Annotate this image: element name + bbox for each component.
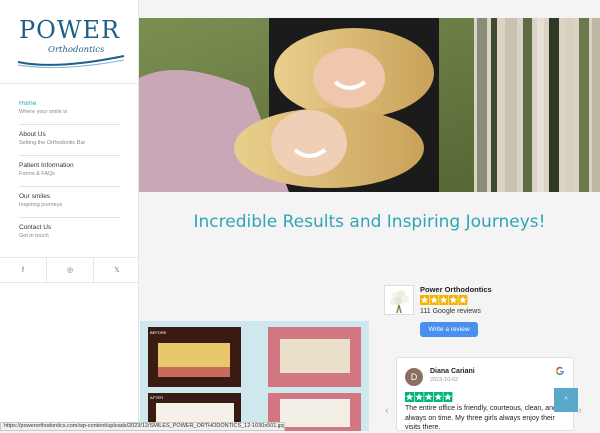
sidebar-item-our-smiles[interactable]: Our smiles Inspiring journeys bbox=[19, 192, 120, 223]
flowers-icon bbox=[390, 290, 409, 314]
sidebar-item-contact-us[interactable]: Contact Us Get in touch bbox=[19, 223, 120, 254]
browser-status-url: https://powerorthodontics.com/wp-content… bbox=[0, 422, 285, 431]
sidebar-divider bbox=[0, 83, 139, 84]
sidebar: POWER Orthodontics Home Where your smile… bbox=[0, 0, 139, 431]
nav-divider bbox=[19, 124, 120, 125]
before-after-image[interactable]: BEFORE AFTER bbox=[140, 321, 369, 431]
review-count: 111 Google reviews bbox=[420, 308, 481, 315]
hero-image bbox=[139, 18, 600, 192]
logo-brand: POWER bbox=[19, 16, 121, 44]
facebook-icon[interactable]: f bbox=[0, 258, 46, 282]
nav-title: Our smiles bbox=[19, 193, 51, 200]
before-after-photo: BEFORE AFTER bbox=[140, 321, 369, 431]
nav-subtitle: Forms & FAQs bbox=[19, 171, 56, 177]
before-label: BEFORE bbox=[150, 330, 167, 335]
sidebar-item-patient-information[interactable]: Patient Information Forms & FAQs bbox=[19, 161, 120, 192]
nav-subtitle: Get in touch bbox=[19, 233, 49, 239]
nav-title: Contact Us bbox=[19, 224, 52, 231]
review-card: D Diana Cariani 2023-10-02 The entire of… bbox=[396, 357, 574, 431]
nav-title: Patient Information bbox=[19, 162, 74, 169]
sidebar-item-about-us[interactable]: About Us Setting the Orthodontic Bar bbox=[19, 130, 120, 161]
after-label: AFTER bbox=[150, 395, 163, 400]
write-review-button[interactable]: Write a review bbox=[420, 322, 478, 337]
nav-title: Home bbox=[19, 100, 37, 107]
instagram-icon[interactable]: ◎ bbox=[47, 258, 93, 282]
reviewer-avatar: D bbox=[405, 368, 423, 386]
carousel-next-button[interactable]: › bbox=[578, 405, 582, 417]
x-twitter-icon[interactable]: 𝕏 bbox=[94, 258, 140, 282]
reviewer-name: Diana Cariani bbox=[430, 368, 475, 375]
business-avatar bbox=[384, 285, 414, 315]
nav-divider bbox=[19, 155, 120, 156]
review-text: The entire office is friendly, courteous… bbox=[405, 405, 557, 431]
nav-divider bbox=[19, 217, 120, 218]
sidebar-item-home[interactable]: Home Where your smile is bbox=[19, 99, 120, 130]
page-headline: Incredible Results and Inspiring Journey… bbox=[193, 212, 546, 232]
carousel-prev-button[interactable]: ‹ bbox=[385, 405, 389, 417]
nav-subtitle: Inspiring journeys bbox=[19, 202, 63, 208]
logo[interactable]: POWER Orthodontics bbox=[16, 12, 126, 68]
business-name: Power Orthodontics bbox=[420, 285, 492, 294]
google-g-icon bbox=[555, 366, 564, 376]
rating-stars bbox=[420, 295, 468, 305]
google-reviews-summary: Power Orthodontics 111 Google reviews Wr… bbox=[384, 283, 584, 343]
social-bottom-divider bbox=[0, 282, 139, 283]
nav-subtitle: Setting the Orthodontic Bar bbox=[19, 140, 86, 146]
nav-divider bbox=[19, 186, 120, 187]
review-date: 2023-10-02 bbox=[430, 377, 459, 383]
nav-title: About Us bbox=[19, 131, 46, 138]
hero-photo bbox=[139, 18, 600, 192]
logo-swoosh-icon bbox=[17, 55, 125, 68]
review-rating-stars bbox=[405, 392, 453, 402]
back-to-top-button[interactable]: ^ bbox=[554, 388, 578, 412]
nav-subtitle: Where your smile is bbox=[19, 109, 68, 115]
